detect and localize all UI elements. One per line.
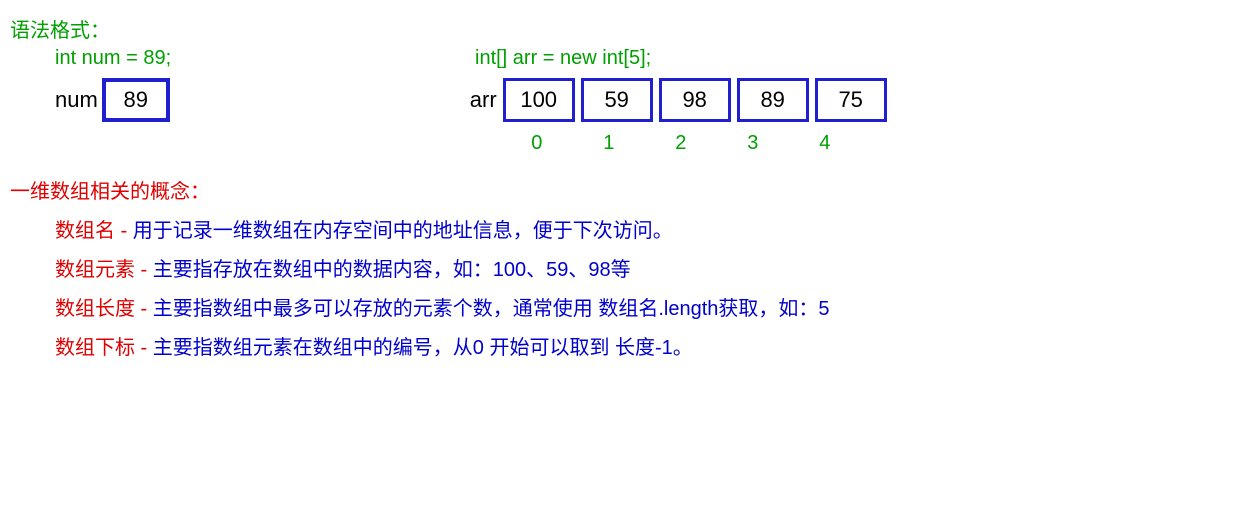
def-array-element: 数组元素 - 主要指存放在数组中的数据内容，如：100、59、98等	[10, 253, 1248, 282]
arr-label: arr	[470, 87, 497, 113]
def-sep: -	[135, 337, 153, 359]
def-sep: -	[115, 220, 133, 242]
def-term: 数组元素	[55, 259, 135, 281]
num-diagram: num 89	[55, 78, 170, 122]
def-array-name: 数组名 - 用于记录一维数组在内存空间中的地址信息，便于下次访问。	[10, 214, 1248, 243]
diagram-row: num 89 arr 100 59 98 89 75 0 1 2 3 4	[10, 78, 1248, 155]
code-array-declaration: int[] arr = new int[5];	[475, 47, 651, 70]
def-desc: 主要指数组中最多可以存放的元素个数，通常使用 数组名.length获取，如：5	[153, 298, 830, 320]
def-desc: 主要指数组元素在数组中的编号，从0 开始可以取到 长度-1。	[153, 337, 693, 359]
def-term: 数组名	[55, 220, 115, 242]
code-row: int num = 89; int[] arr = new int[5];	[10, 47, 1248, 70]
arr-cell: 100	[503, 78, 575, 122]
arr-index: 3	[720, 132, 786, 155]
def-desc: 主要指存放在数组中的数据内容，如：100、59、98等	[153, 259, 631, 281]
def-sep: -	[135, 298, 153, 320]
num-box: 89	[102, 78, 170, 122]
def-sep: -	[135, 259, 153, 281]
arr-index: 1	[576, 132, 642, 155]
def-term: 数组下标	[55, 337, 135, 359]
arr-indices: 0 1 2 3 4	[504, 132, 893, 155]
code-int-declaration: int num = 89;	[55, 47, 475, 70]
arr-cell: 89	[737, 78, 809, 122]
arr-diagram: arr 100 59 98 89 75 0 1 2 3 4	[470, 78, 893, 155]
arr-index: 2	[648, 132, 714, 155]
concept-header: 一维数组相关的概念：	[10, 175, 1248, 204]
arr-index: 4	[792, 132, 858, 155]
arr-cell: 59	[581, 78, 653, 122]
def-array-length: 数组长度 - 主要指数组中最多可以存放的元素个数，通常使用 数组名.length…	[10, 292, 1248, 321]
arr-cells: 100 59 98 89 75	[503, 78, 893, 122]
def-desc: 用于记录一维数组在内存空间中的地址信息，便于下次访问。	[133, 220, 673, 242]
def-array-index: 数组下标 - 主要指数组元素在数组中的编号，从0 开始可以取到 长度-1。	[10, 331, 1248, 360]
arr-cell: 75	[815, 78, 887, 122]
def-term: 数组长度	[55, 298, 135, 320]
num-label: num	[55, 87, 98, 113]
syntax-header: 语法格式：	[10, 14, 1248, 43]
arr-cell: 98	[659, 78, 731, 122]
arr-index: 0	[504, 132, 570, 155]
